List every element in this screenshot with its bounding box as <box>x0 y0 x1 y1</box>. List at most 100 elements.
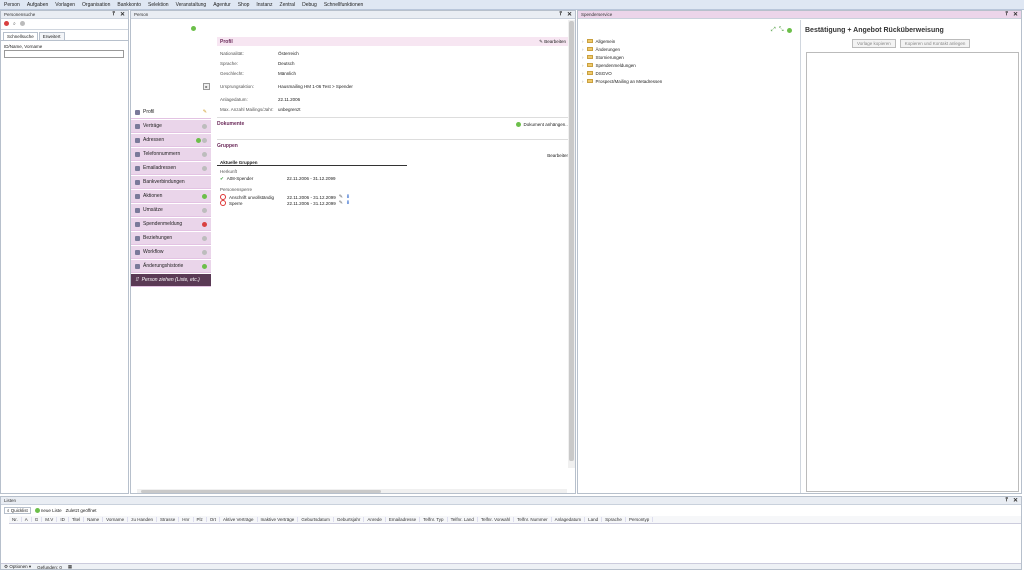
menu-item[interactable]: Instanz <box>256 2 272 8</box>
settings-icon[interactable] <box>19 21 25 26</box>
column-header[interactable]: Aktive Verträge <box>220 517 258 522</box>
column-header[interactable]: G <box>32 517 43 522</box>
close-icon[interactable]: ✕ <box>1013 497 1018 504</box>
menu-item[interactable]: Shop <box>238 2 250 8</box>
column-header[interactable]: Emailadresse <box>386 517 421 522</box>
chevron-right-icon[interactable]: › <box>582 63 584 68</box>
refresh-icon[interactable] <box>786 28 792 33</box>
column-header[interactable]: Geburtsdatum <box>298 517 334 522</box>
export-icon[interactable]: ▦ <box>68 564 72 569</box>
column-header[interactable]: Anlagedatum <box>552 517 586 522</box>
expand-all-icon[interactable]: ⤢ <box>771 27 776 34</box>
column-header[interactable]: zu Handen <box>128 517 157 522</box>
column-header[interactable]: Hnr <box>179 517 194 522</box>
tab-quicklist[interactable]: ⌕ Quicklist <box>4 507 31 514</box>
nav-item[interactable]: Bankverbindungen <box>131 176 211 189</box>
tab-erweitert[interactable]: Erweitert <box>38 32 65 40</box>
vertical-scrollbar[interactable] <box>568 20 575 468</box>
pin-icon[interactable]: ⫯ <box>559 11 562 18</box>
options-button[interactable]: ⚙ Optionen ▾ <box>4 564 31 569</box>
column-header[interactable]: Vorname <box>103 517 129 522</box>
menu-item[interactable]: Selektion <box>148 2 169 8</box>
profile-edit-link[interactable]: ✎ Bearbeiten <box>539 39 566 45</box>
column-header[interactable]: Inaktive Verträge <box>258 517 299 522</box>
nav-item[interactable]: Profil ✎ <box>131 106 211 119</box>
column-header[interactable]: Plz <box>194 517 207 522</box>
column-header[interactable]: Telfnr. Vorwahl <box>478 517 515 522</box>
column-header[interactable]: Ort <box>207 517 221 522</box>
copy-and-create-contact-button[interactable]: Kopieren und Kontakt anlegen <box>899 39 971 48</box>
column-header[interactable]: ID <box>57 517 69 522</box>
chevron-right-icon[interactable]: › <box>582 55 584 60</box>
pin-icon[interactable]: ⫯ <box>112 11 115 18</box>
tab-recent[interactable]: Zuletzt geöffnet <box>66 508 97 513</box>
tab-schnellsuche[interactable]: Schnellsuche <box>3 32 38 40</box>
tree-item[interactable]: › Prospect/Mailing an Metadressen <box>582 77 792 85</box>
expand-icon[interactable]: ▸ <box>203 83 210 90</box>
menu-item[interactable]: Bankkonto <box>117 2 141 8</box>
menu-item[interactable]: Veranstaltung <box>176 2 207 8</box>
nav-item[interactable]: Adressen <box>131 134 211 147</box>
close-icon[interactable]: ✕ <box>1013 11 1018 18</box>
nav-item[interactable]: Emailadressen <box>131 162 211 175</box>
menu-item[interactable]: Organisation <box>82 2 110 8</box>
search-icon[interactable]: ⌕ <box>13 21 16 27</box>
nav-item[interactable]: Verträge <box>131 120 211 133</box>
column-header[interactable]: Nr. <box>9 517 22 522</box>
close-icon[interactable]: ✕ <box>120 11 125 18</box>
tree-item[interactable]: › DSGVO <box>582 69 792 77</box>
nav-item[interactable]: Telefonnummern <box>131 148 211 161</box>
close-icon[interactable]: ✕ <box>567 11 572 18</box>
attach-document-link[interactable]: Dokument anhängen... <box>516 121 569 127</box>
column-header[interactable]: Geburtsjahr <box>334 517 365 522</box>
column-header[interactable]: Telfnr. Nummer <box>514 517 552 522</box>
template-editor[interactable] <box>806 52 1019 492</box>
menu-item[interactable]: Zentral <box>280 2 296 8</box>
column-header[interactable]: M.V <box>42 517 58 522</box>
column-header[interactable]: A <box>22 517 32 522</box>
menu-item[interactable]: Person <box>4 2 20 8</box>
nav-item[interactable]: Workflow <box>131 246 211 259</box>
arrow-down-icon[interactable]: ⬇ <box>346 200 350 206</box>
menu-item[interactable]: Agentur <box>213 2 231 8</box>
nav-item[interactable]: Spendenmeldung <box>131 218 211 231</box>
groups-edit-link[interactable]: Bearbeiten <box>217 153 569 158</box>
drag-person-handle[interactable]: ⠿ Person ziehen (Liste, etc.) <box>131 274 211 287</box>
chevron-right-icon[interactable]: › <box>582 39 584 44</box>
column-header[interactable]: Land <box>585 517 603 522</box>
horizontal-scrollbar[interactable] <box>137 489 567 493</box>
nav-item[interactable]: Beziehungen <box>131 232 211 245</box>
column-header[interactable]: Name <box>84 517 104 522</box>
tab-new-list[interactable]: neue Liste <box>34 508 62 513</box>
add-photo-icon[interactable] <box>191 26 196 31</box>
pin-icon[interactable]: ⫯ <box>1005 497 1008 504</box>
tree-item[interactable]: › Änderungen <box>582 45 792 53</box>
menu-item[interactable]: Debug <box>302 2 317 8</box>
column-header[interactable]: Anrede <box>364 517 386 522</box>
nav-item[interactable]: Änderungshistorie <box>131 260 211 273</box>
column-header[interactable]: Titel <box>69 517 85 522</box>
chevron-right-icon[interactable]: › <box>582 79 584 84</box>
splitter[interactable] <box>800 20 801 493</box>
clear-icon[interactable] <box>4 21 9 26</box>
chevron-right-icon[interactable]: › <box>582 71 584 76</box>
search-input[interactable] <box>4 50 124 58</box>
menu-item[interactable]: Schnellfunktionen <box>324 2 363 8</box>
column-header[interactable]: Sprache <box>602 517 626 522</box>
nav-item[interactable]: Aktionen <box>131 190 211 203</box>
tree-item[interactable]: › Spendenmeldungen <box>582 61 792 69</box>
edit-icon[interactable]: ✎ <box>339 200 343 206</box>
menu-item[interactable]: Vorlagen <box>55 2 75 8</box>
chevron-right-icon[interactable]: › <box>582 47 584 52</box>
nav-item[interactable]: Umsätze <box>131 204 211 217</box>
menu-item[interactable]: Aufgaben <box>27 2 48 8</box>
column-header[interactable]: Strasse <box>157 517 180 522</box>
tree-item[interactable]: › Stornierungen <box>582 53 792 61</box>
collapse-all-icon[interactable]: ⤡ <box>779 27 784 34</box>
tree-item[interactable]: › Allgemein <box>582 37 792 45</box>
column-header[interactable]: Telfnr. Typ <box>420 517 448 522</box>
pin-icon[interactable]: ⫯ <box>1005 11 1008 18</box>
column-header[interactable]: Persontyp <box>626 517 654 522</box>
copy-template-button[interactable]: Vorlage kopieren <box>852 39 896 48</box>
column-header[interactable]: Telfnr. Land <box>448 517 478 522</box>
